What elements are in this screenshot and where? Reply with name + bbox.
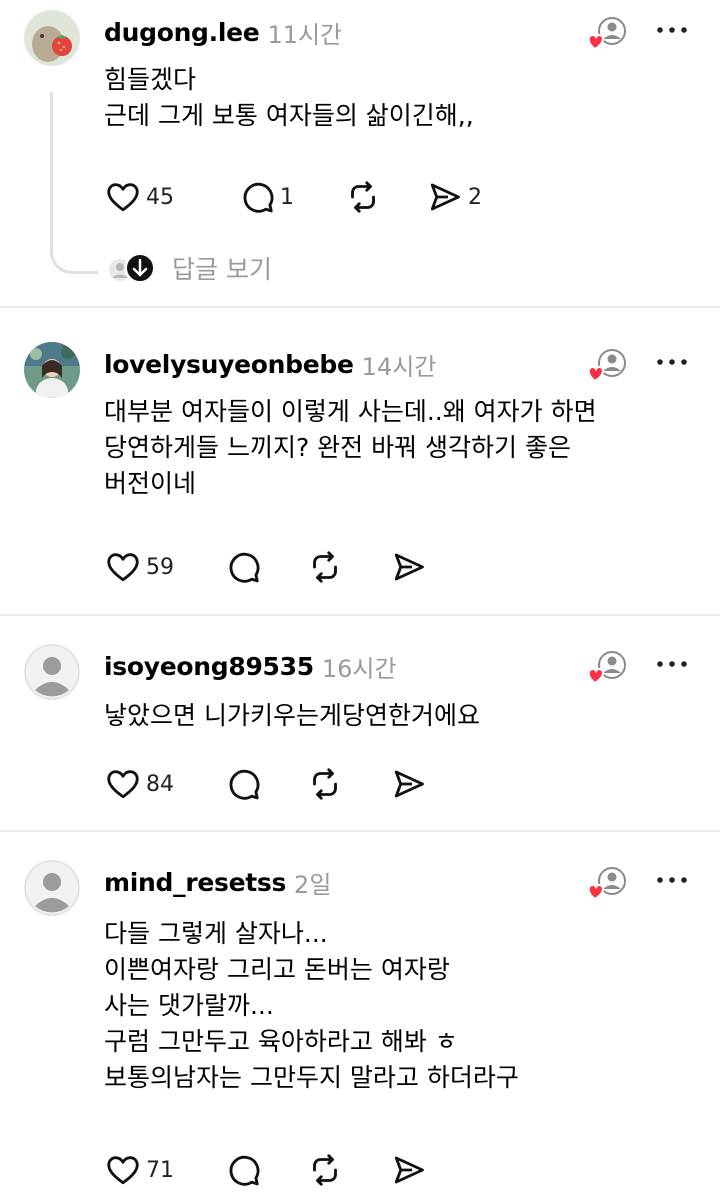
send-arrow-icon xyxy=(394,770,424,798)
post-text-line: 보통의남자는 그만두지 말라고 하더라구 xyxy=(104,1063,519,1092)
heart-outline-icon xyxy=(107,1156,139,1185)
send-arrow-icon xyxy=(394,1156,424,1184)
post-text: 대부분 여자들이 이렇게 사는데..왜 여자가 하면 당연하게들 느끼지? 완전… xyxy=(104,394,694,502)
avatar[interactable] xyxy=(24,644,80,700)
post-text: 힘들겠다 근데 그게 보통 여자들의 삶이긴해,, xyxy=(104,62,694,134)
speech-bubble-icon xyxy=(229,1155,260,1186)
share-button[interactable] xyxy=(390,545,428,589)
post-text-line: 버전이네 xyxy=(104,469,197,498)
repost-arrows-icon xyxy=(351,181,375,213)
post-text-line: 근데 그게 보통 여자들의 삶이긴해,, xyxy=(104,101,474,130)
action-bar: 59 xyxy=(100,545,660,589)
comment-button[interactable] xyxy=(224,762,262,806)
repost-arrows-icon xyxy=(313,1154,337,1186)
view-replies-link[interactable]: 답글 보기 xyxy=(104,248,272,288)
heart-outline-icon xyxy=(107,183,139,212)
like-count: 84 xyxy=(146,771,174,797)
comment-count: 1 xyxy=(280,184,294,210)
more-dots-icon[interactable] xyxy=(652,870,692,890)
thread-post: isoyeong89535 16시간 낳았으면 니가키우는게당연한거에요 84 xyxy=(0,616,720,830)
comment-button[interactable] xyxy=(224,1148,262,1192)
speech-bubble-icon xyxy=(229,769,260,800)
author-liked-badge-icon xyxy=(584,648,628,686)
share-button[interactable] xyxy=(390,1148,428,1192)
action-bar: 71 xyxy=(100,1148,660,1192)
timestamp: 14시간 xyxy=(361,352,437,381)
author-liked-badge-icon xyxy=(584,14,628,52)
more-dots-icon[interactable] xyxy=(652,352,692,372)
repost-arrows-icon xyxy=(313,768,337,800)
repost-button[interactable] xyxy=(344,175,382,219)
heart-outline-icon xyxy=(107,770,139,799)
more-dots-icon[interactable] xyxy=(652,20,692,40)
post-text-line: 대부분 여자들이 이렇게 사는데..왜 여자가 하면 xyxy=(104,397,597,426)
like-count: 71 xyxy=(146,1157,174,1183)
action-bar: 84 xyxy=(100,762,660,806)
send-arrow-icon xyxy=(430,183,460,211)
share-button[interactable]: 2 xyxy=(426,175,482,219)
like-count: 59 xyxy=(146,554,174,580)
repost-button[interactable] xyxy=(306,545,344,589)
thread-post: mind_resetss 2일 다들 그렇게 살자나... 이쁜여자랑 그리고 … xyxy=(0,832,720,1200)
view-replies-label: 답글 보기 xyxy=(172,255,272,284)
post-text: 다들 그렇게 살자나... 이쁜여자랑 그리고 돈버는 여자랑 사는 댓가랄까.… xyxy=(104,916,694,1096)
share-button[interactable] xyxy=(390,762,428,806)
username[interactable]: dugong.lee xyxy=(104,18,260,47)
author-liked-badge-icon xyxy=(584,864,628,902)
like-button[interactable]: 84 xyxy=(104,762,174,806)
send-arrow-icon xyxy=(394,553,424,581)
speech-bubble-icon xyxy=(229,552,260,583)
post-text-line: 당연하게들 느끼지? 완전 바꿔 생각하기 좋은 xyxy=(104,433,572,462)
like-button[interactable]: 71 xyxy=(104,1148,174,1192)
avatar[interactable] xyxy=(24,860,80,916)
post-text-line: 낳았으면 니가키우는게당연한거에요 xyxy=(104,701,480,730)
avatar[interactable] xyxy=(24,10,80,66)
like-button[interactable]: 59 xyxy=(104,545,174,589)
post-text-line: 사는 댓가랄까... xyxy=(104,991,274,1020)
thread-post: lovelysuyeonbebe 14시간 대부분 여자들이 이렇게 사는데..… xyxy=(0,308,720,614)
timestamp: 2일 xyxy=(294,870,332,899)
username[interactable]: lovelysuyeonbebe xyxy=(104,350,354,379)
post-text-line: 구럼 그만두고 육아하라고 해봐 ㅎ xyxy=(104,1027,458,1056)
timestamp: 11시간 xyxy=(267,20,343,49)
like-count: 45 xyxy=(146,184,174,210)
replier-avatars-icon xyxy=(109,253,155,283)
username[interactable]: isoyeong89535 xyxy=(104,652,314,681)
post-header: mind_resetss 2일 xyxy=(104,862,331,902)
like-button[interactable]: 45 xyxy=(104,175,174,219)
speech-bubble-icon xyxy=(243,182,274,213)
heart-outline-icon xyxy=(107,553,139,582)
post-text-line: 이쁜여자랑 그리고 돈버는 여자랑 xyxy=(104,955,450,984)
comment-button[interactable] xyxy=(224,545,262,589)
post-header: isoyeong89535 16시간 xyxy=(104,646,397,686)
repost-button[interactable] xyxy=(306,1148,344,1192)
post-header: dugong.lee 11시간 xyxy=(104,12,342,52)
more-dots-icon[interactable] xyxy=(652,654,692,674)
username[interactable]: mind_resetss xyxy=(104,868,286,897)
post-text: 낳았으면 니가키우는게당연한거에요 xyxy=(104,698,694,734)
avatar[interactable] xyxy=(24,342,80,398)
comment-button[interactable]: 1 xyxy=(238,175,294,219)
repost-button[interactable] xyxy=(306,762,344,806)
repost-arrows-icon xyxy=(313,551,337,583)
timestamp: 16시간 xyxy=(321,654,397,683)
action-bar: 45 1 2 xyxy=(100,175,660,219)
post-text-line: 다들 그렇게 살자나... xyxy=(104,919,328,948)
share-count: 2 xyxy=(468,184,482,210)
post-header: lovelysuyeonbebe 14시간 xyxy=(104,344,436,384)
thread-connector-line xyxy=(50,92,98,274)
author-liked-badge-icon xyxy=(584,346,628,384)
thread-post: dugong.lee 11시간 힘들겠다 근데 그게 보통 여자들의 삶이긴해,… xyxy=(0,0,720,306)
post-text-line: 힘들겠다 xyxy=(104,65,197,94)
